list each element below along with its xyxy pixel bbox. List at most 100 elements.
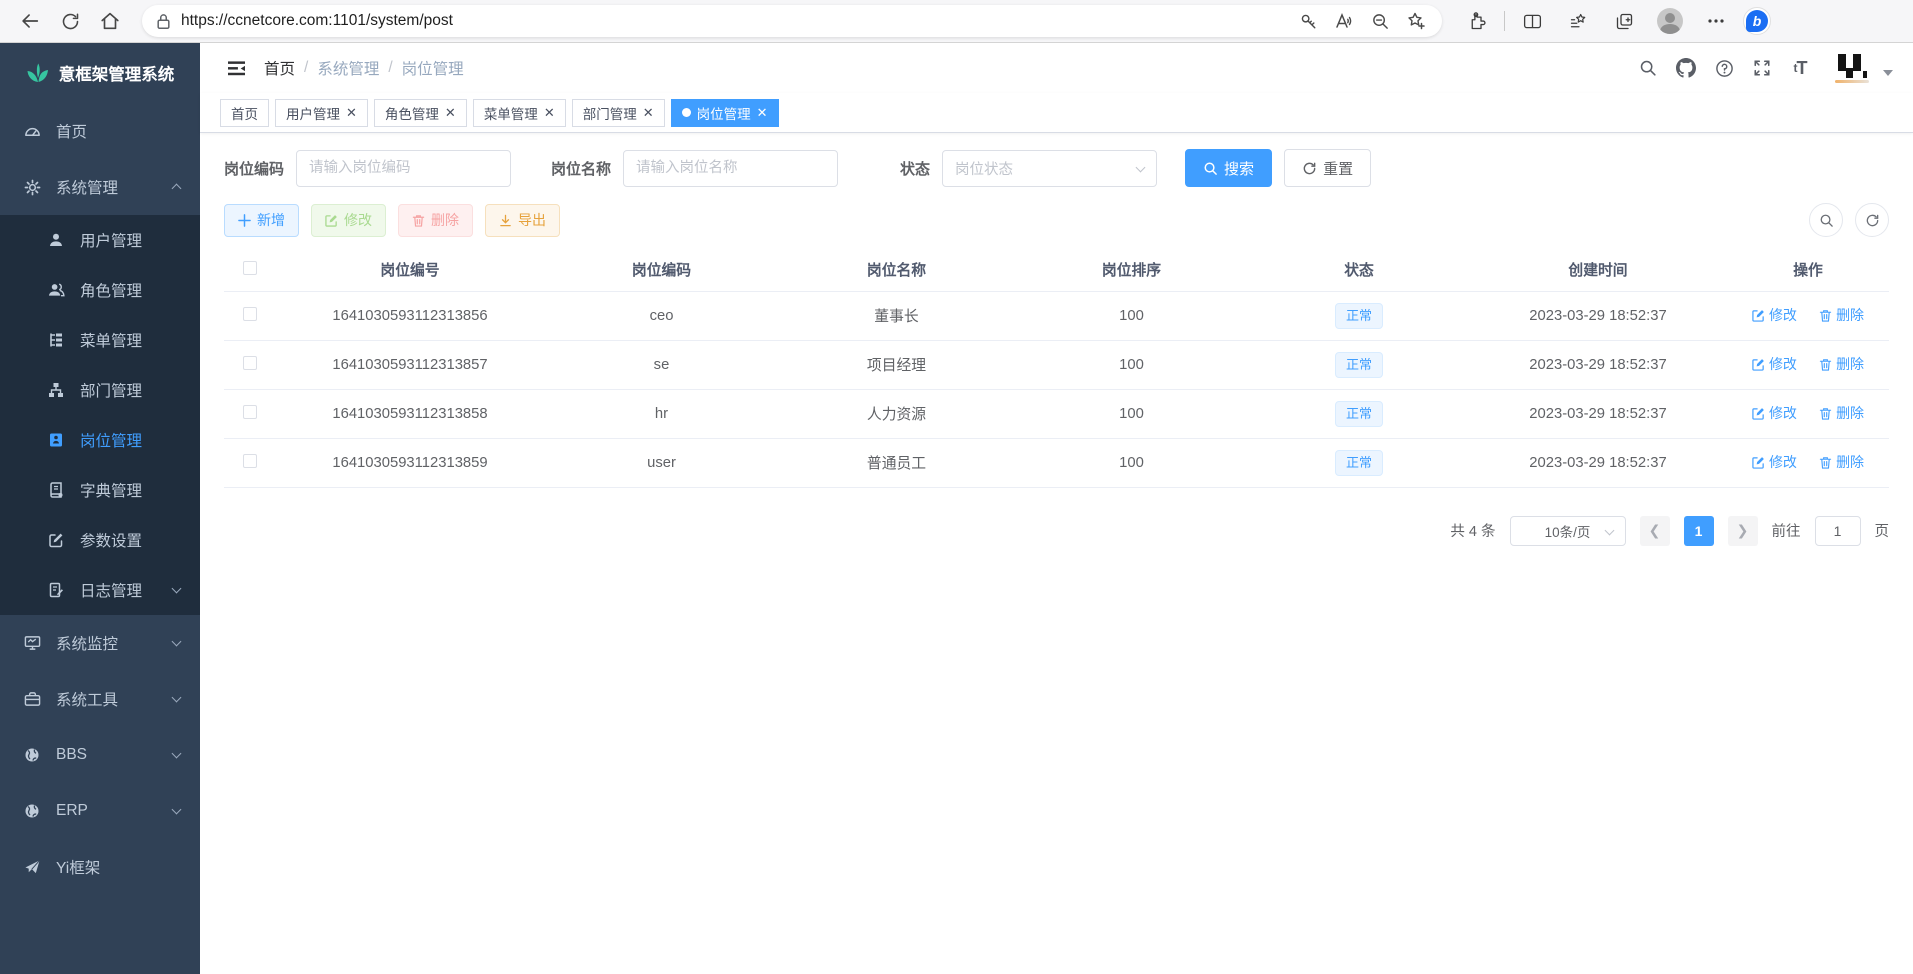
collections-icon[interactable] <box>1559 4 1597 38</box>
cell-post-code: se <box>544 340 779 389</box>
row-delete-link[interactable]: 删除 <box>1819 452 1864 472</box>
row-checkbox[interactable] <box>243 405 257 419</box>
sidebar-item-home[interactable]: 首页 <box>0 103 200 159</box>
cell-post-name: 普通员工 <box>779 438 1014 487</box>
tab-close-icon[interactable]: ✕ <box>757 106 768 119</box>
prev-page-button[interactable]: ❮ <box>1640 516 1670 546</box>
password-key-icon[interactable] <box>1290 7 1326 35</box>
sidebar-item-menu-mgmt[interactable]: 菜单管理 <box>0 315 200 365</box>
status-select[interactable]: 岗位状态 <box>942 150 1157 187</box>
row-delete-link[interactable]: 删除 <box>1819 305 1864 325</box>
avatar-caret-icon[interactable] <box>1883 70 1893 76</box>
cell-created: 2023-03-29 18:52:37 <box>1469 438 1727 487</box>
tab-home[interactable]: 首页 <box>220 99 269 127</box>
sidebar-item-system-tools[interactable]: 系统工具 <box>0 671 200 727</box>
sidebar-fold-icon[interactable] <box>220 52 252 84</box>
font-size-icon[interactable]: tT <box>1783 51 1817 85</box>
sidebar-item-system-mgmt[interactable]: 系统管理 <box>0 159 200 215</box>
tab-close-icon[interactable]: ✕ <box>643 106 654 119</box>
refresh-table-button[interactable] <box>1855 203 1889 237</box>
profile-avatar[interactable] <box>1651 4 1689 38</box>
page-size-select[interactable]: 10条/页 <box>1510 516 1626 546</box>
sidebar-item-erp[interactable]: ERP <box>0 783 200 839</box>
globe-icon <box>22 747 42 763</box>
goto-page-input[interactable] <box>1815 516 1861 546</box>
post-code-input[interactable] <box>296 150 511 187</box>
tab-close-icon[interactable]: ✕ <box>445 106 456 119</box>
next-page-button[interactable]: ❯ <box>1728 516 1758 546</box>
tab-menu-mgmt[interactable]: 菜单管理 ✕ <box>473 99 566 127</box>
tab-close-icon[interactable]: ✕ <box>544 106 555 119</box>
favorites-add-icon[interactable] <box>1398 7 1434 35</box>
select-all-checkbox[interactable] <box>243 261 257 275</box>
sidebar-item-param-settings[interactable]: 参数设置 <box>0 515 200 565</box>
sidebar-item-user-mgmt[interactable]: 用户管理 <box>0 215 200 265</box>
sidebar-item-role-mgmt[interactable]: 角色管理 <box>0 265 200 315</box>
post-table: 岗位编号 岗位编码 岗位名称 岗位排序 状态 创建时间 操作 164103059… <box>224 249 1889 488</box>
url-text[interactable]: https://ccnetcore.com:1101/system/post <box>181 12 453 30</box>
cell-post-code: hr <box>544 389 779 438</box>
breadcrumb-separator: / <box>304 59 308 77</box>
browser-back-button[interactable] <box>10 4 50 38</box>
row-checkbox[interactable] <box>243 307 257 321</box>
tab-dept-mgmt[interactable]: 部门管理 ✕ <box>572 99 665 127</box>
row-edit-link[interactable]: 修改 <box>1752 354 1797 374</box>
paper-plane-icon <box>22 859 42 875</box>
browser-menu-icon[interactable] <box>1697 4 1735 38</box>
post-name-input[interactable] <box>623 150 838 187</box>
current-page-button[interactable]: 1 <box>1684 516 1714 546</box>
search-button[interactable]: 搜索 <box>1185 149 1272 187</box>
monitor-icon <box>22 635 42 651</box>
sidebar-item-dict-mgmt[interactable]: 字典管理 <box>0 465 200 515</box>
delete-button[interactable]: 删除 <box>398 204 473 237</box>
row-edit-link[interactable]: 修改 <box>1752 403 1797 423</box>
browser-home-button[interactable] <box>90 4 130 38</box>
row-checkbox[interactable] <box>243 356 257 370</box>
new-tab-group-icon[interactable] <box>1605 4 1643 38</box>
add-button[interactable]: 新增 <box>224 204 299 237</box>
system-mgmt-submenu: 用户管理 角色管理 菜单管理 部门管理 <box>0 215 200 615</box>
sidebar-item-bbs[interactable]: BBS <box>0 727 200 783</box>
tab-role-mgmt[interactable]: 角色管理 ✕ <box>374 99 467 127</box>
sidebar-item-yi-framework[interactable]: Yi框架 <box>0 839 200 895</box>
toggle-search-button[interactable] <box>1809 203 1843 237</box>
post-badge-icon <box>46 432 66 448</box>
row-edit-link[interactable]: 修改 <box>1752 305 1797 325</box>
tab-user-mgmt[interactable]: 用户管理 ✕ <box>275 99 368 127</box>
address-bar[interactable]: https://ccnetcore.com:1101/system/post <box>142 5 1442 37</box>
dictionary-icon <box>46 482 66 498</box>
read-aloud-icon[interactable] <box>1326 7 1362 35</box>
browser-toolbar: https://ccnetcore.com:1101/system/post <box>0 0 1913 43</box>
row-delete-link[interactable]: 删除 <box>1819 354 1864 374</box>
fullscreen-icon[interactable] <box>1745 51 1779 85</box>
sidebar-item-dept-mgmt[interactable]: 部门管理 <box>0 365 200 415</box>
header-search-icon[interactable] <box>1631 51 1665 85</box>
edit-button[interactable]: 修改 <box>311 204 386 237</box>
sidebar-item-post-mgmt[interactable]: 岗位管理 <box>0 415 200 465</box>
tab-close-icon[interactable]: ✕ <box>346 106 357 119</box>
export-button[interactable]: 导出 <box>485 204 560 237</box>
user-avatar-logo[interactable] <box>1835 53 1869 83</box>
breadcrumb-home[interactable]: 首页 <box>264 57 295 79</box>
row-delete-link[interactable]: 删除 <box>1819 403 1864 423</box>
reset-button[interactable]: 重置 <box>1284 149 1371 187</box>
help-icon[interactable] <box>1707 51 1741 85</box>
tab-post-mgmt[interactable]: 岗位管理 ✕ <box>671 99 779 127</box>
sidebar-item-system-monitor[interactable]: 系统监控 <box>0 615 200 671</box>
status-badge: 正常 <box>1335 401 1383 427</box>
split-screen-icon[interactable] <box>1513 4 1551 38</box>
row-checkbox[interactable] <box>243 454 257 468</box>
extensions-icon[interactable] <box>1458 4 1496 38</box>
status-badge: 正常 <box>1335 352 1383 378</box>
app-logo[interactable]: 意框架管理系统 <box>0 43 200 103</box>
edit-square-icon <box>46 532 66 548</box>
breadcrumb-page: 岗位管理 <box>402 57 464 79</box>
browser-refresh-button[interactable] <box>50 4 90 38</box>
sidebar-item-log-mgmt[interactable]: 日志管理 <box>0 565 200 615</box>
cell-post-id: 1641030593112313856 <box>276 291 544 340</box>
row-edit-link[interactable]: 修改 <box>1752 452 1797 472</box>
github-icon[interactable] <box>1669 51 1703 85</box>
gear-icon <box>22 179 42 196</box>
bing-chat-icon[interactable]: b <box>1743 7 1771 35</box>
zoom-out-icon[interactable] <box>1362 7 1398 35</box>
